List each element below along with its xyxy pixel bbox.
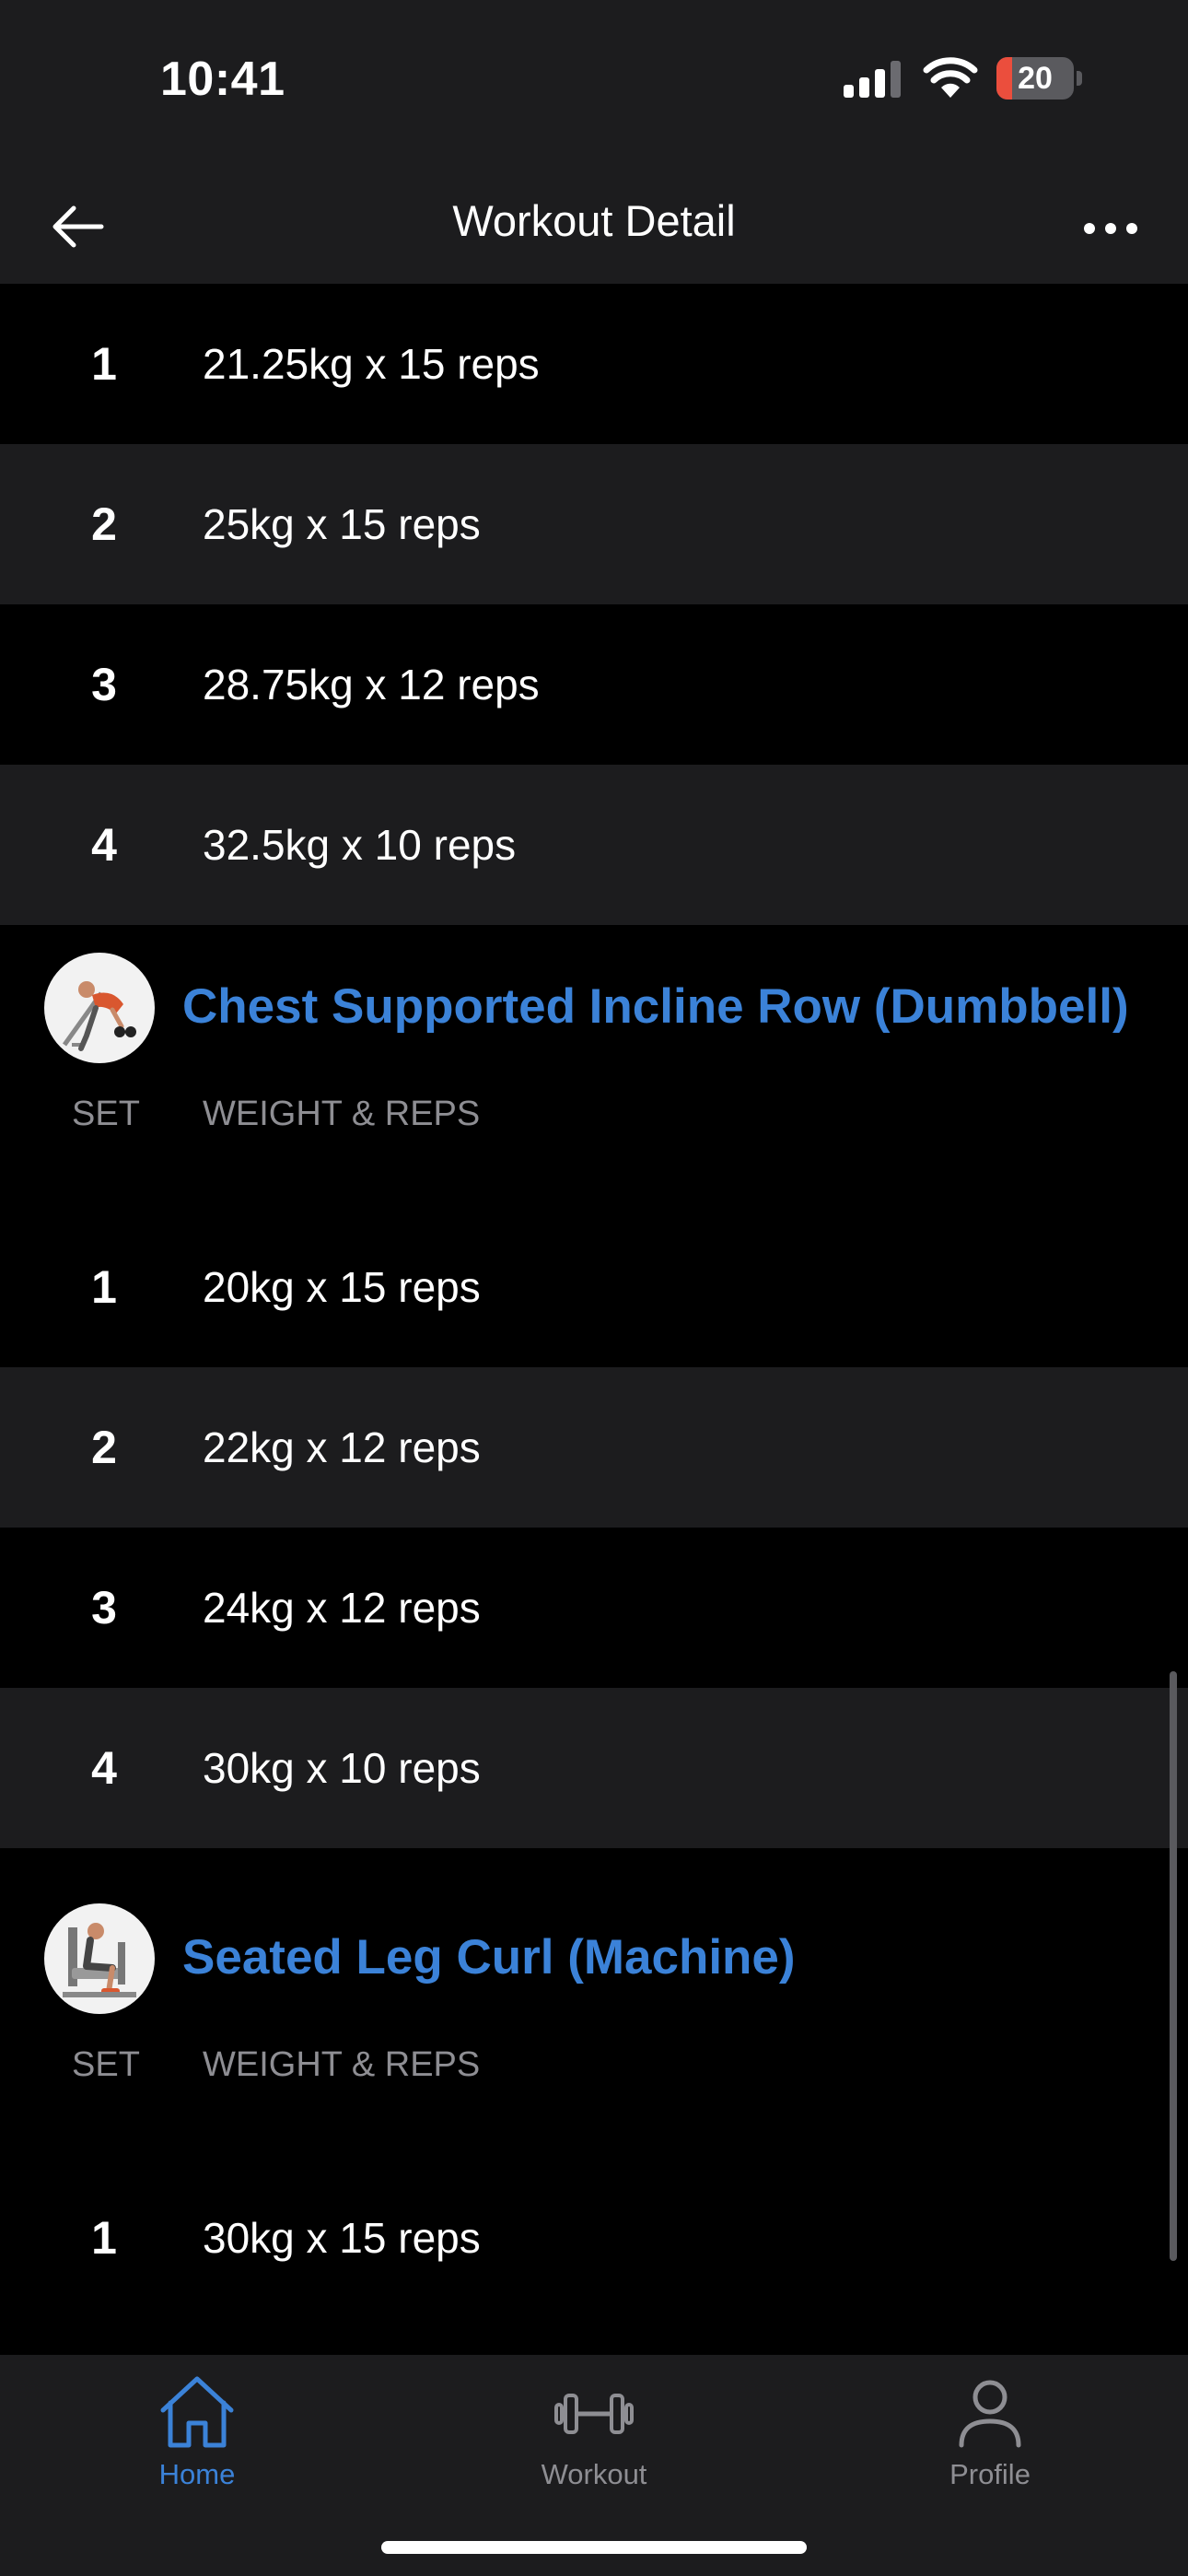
tab-profile-label: Profile [949,2458,1031,2490]
leg-curl-illustration-icon [63,1923,136,1997]
exercise-title[interactable]: Chest Supported Incline Row (Dumbbell) [182,978,1129,1035]
cellular-signal-icon [844,61,901,98]
tab-home-label: Home [158,2458,236,2490]
exercise-header[interactable]: Seated Leg Curl (Machine) [0,1876,1188,2020]
column-header: SET WEIGHT & REPS [0,2020,1188,2112]
set-weight-reps: 28.75kg x 12 reps [203,661,540,708]
workout-detail-content[interactable]: 1 21.25kg x 15 reps 2 25kg x 15 reps 3 2… [0,284,1188,2355]
battery-icon: 20 [996,57,1074,100]
set-number: 3 [91,659,117,710]
set-weight-reps: 22kg x 12 reps [203,1423,481,1471]
scrollbar[interactable] [1170,1671,1177,2261]
set-weight-reps: 21.25kg x 15 reps [203,340,540,388]
set-number: 3 [91,1582,117,1633]
set-number: 1 [91,1261,117,1313]
exercise-thumbnail[interactable] [44,1903,155,2014]
column-header: SET WEIGHT & REPS [0,1069,1188,1161]
set-weight-reps: 24kg x 12 reps [203,1584,481,1632]
exercise-thumbnail[interactable] [44,953,155,1063]
set-row: 1 21.25kg x 15 reps [0,284,1188,444]
set-row: 2 22kg x 12 reps [0,1367,1188,1528]
tab-workout[interactable]: Workout [483,2373,705,2512]
column-set-label: SET [72,2045,140,2084]
dumbbell-icon [554,2394,634,2434]
person-icon [959,2380,1021,2448]
battery-indicator: 20 [996,57,1082,100]
more-options-button[interactable] [1077,195,1144,262]
set-row: 3 24kg x 12 reps [0,1528,1188,1688]
exercise-header[interactable]: Chest Supported Incline Row (Dumbbell) [0,925,1188,1069]
set-number: 4 [91,1742,117,1794]
set-row: 3 28.75kg x 12 reps [0,604,1188,765]
ellipsis-icon [1084,223,1137,234]
set-number: 2 [91,1422,117,1473]
exercise-title[interactable]: Seated Leg Curl (Machine) [182,1929,796,1985]
set-number: 4 [91,819,117,871]
set-weight-reps: 25kg x 15 reps [203,500,481,548]
battery-cap [1077,71,1082,86]
status-bar: 10:41 20 [0,0,1188,166]
wifi-icon [923,57,978,98]
set-weight-reps: 32.5kg x 10 reps [203,821,517,869]
set-weight-reps: 20kg x 15 reps [203,1263,481,1311]
column-weight-reps-label: WEIGHT & REPS [203,1095,481,1133]
set-number: 1 [91,338,117,390]
set-row: 1 20kg x 15 reps [0,1207,1188,1367]
home-indicator[interactable] [381,2541,807,2554]
column-set-label: SET [72,1095,140,1133]
set-number: 1 [91,2212,117,2264]
tab-bar: Home Workout Profile [0,2355,1188,2576]
set-weight-reps: 30kg x 10 reps [203,1744,481,1792]
set-row: 2 25kg x 15 reps [0,444,1188,604]
home-icon [160,2376,234,2448]
nav-bar: Workout Detail [0,166,1188,284]
tab-home[interactable]: Home [87,2373,308,2512]
set-row: 4 32.5kg x 10 reps [0,765,1188,925]
status-time: 10:41 [160,53,285,106]
battery-level: 20 [1018,61,1053,96]
column-weight-reps-label: WEIGHT & REPS [203,2045,481,2084]
set-weight-reps: 30kg x 15 reps [203,2214,481,2262]
tab-profile[interactable]: Profile [879,2373,1101,2512]
incline-row-illustration-icon [62,981,136,1051]
page-title: Workout Detail [452,196,736,245]
set-number: 2 [91,498,117,550]
set-row: 1 30kg x 15 reps [0,2158,1188,2318]
tab-workout-label: Workout [541,2458,647,2490]
set-row: 4 30kg x 10 reps [0,1688,1188,1848]
